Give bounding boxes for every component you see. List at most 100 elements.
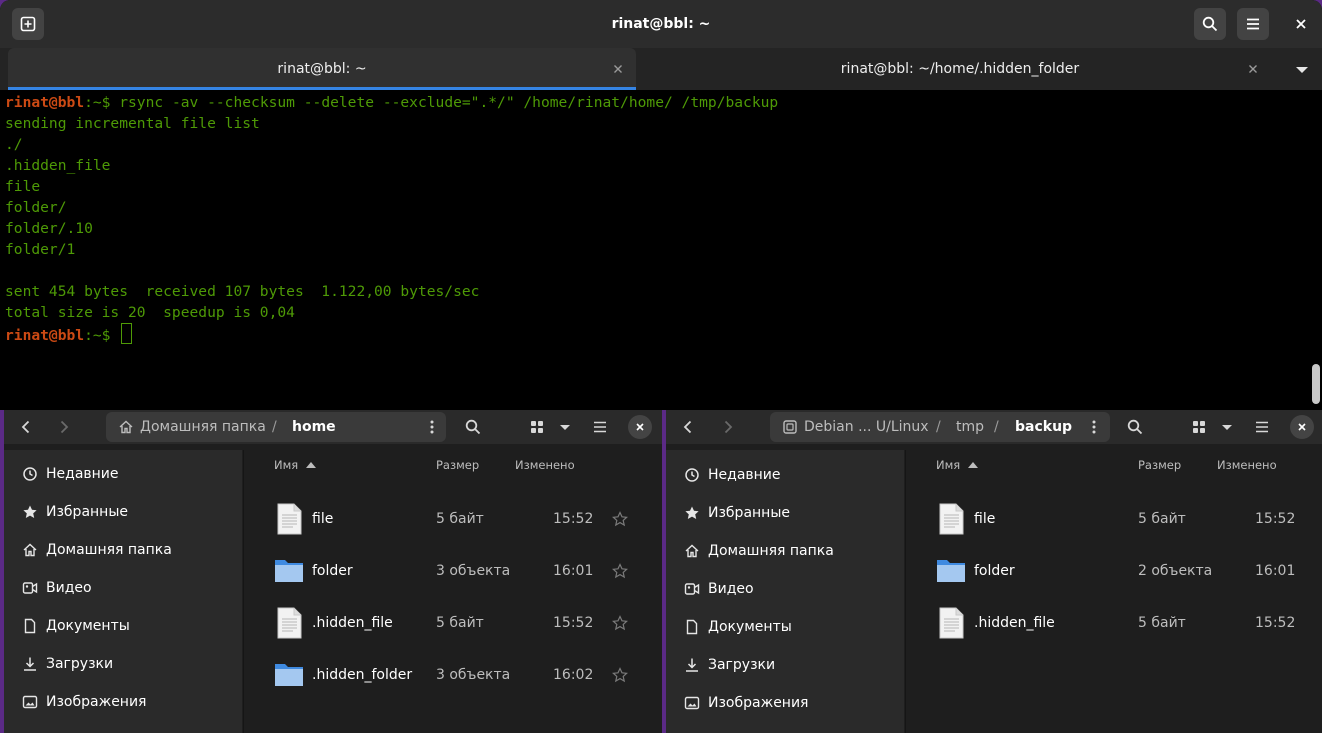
view-options-button[interactable] bbox=[1215, 415, 1239, 439]
sidebar-item-videos[interactable]: Видео bbox=[666, 570, 904, 608]
sidebar-item-downloads[interactable]: Загрузки bbox=[4, 645, 242, 683]
sidebar-item-starred[interactable]: Избранные bbox=[666, 494, 904, 532]
close-window-button[interactable] bbox=[628, 415, 652, 439]
sort-ascending-icon[interactable] bbox=[967, 460, 979, 470]
sidebar-item-videos[interactable]: Видео bbox=[4, 569, 242, 607]
tab-home[interactable]: rinat@bbl: ~ bbox=[8, 48, 636, 90]
column-header-name[interactable]: Имя bbox=[936, 458, 960, 472]
close-icon bbox=[1296, 19, 1306, 29]
search-button[interactable] bbox=[461, 415, 485, 439]
chevron-right-icon bbox=[60, 420, 69, 434]
clock-icon bbox=[685, 468, 699, 482]
file-name: .hidden_folder bbox=[312, 667, 413, 683]
sidebar-item-label: Видео bbox=[708, 581, 754, 597]
breadcrumb-current[interactable]: home bbox=[292, 412, 336, 442]
tab-menu-chevron-down-icon[interactable] bbox=[1292, 62, 1312, 78]
output-line: .hidden_file bbox=[5, 157, 111, 174]
text-cursor bbox=[121, 323, 133, 344]
file-manager-left: Домашняя папка / home Недавние Избранные bbox=[4, 410, 662, 733]
close-window-button[interactable] bbox=[1285, 8, 1317, 40]
sidebar-item-home[interactable]: Домашняя папка bbox=[4, 531, 242, 569]
breadcrumb-home[interactable]: Домашняя папка bbox=[140, 412, 266, 442]
column-header-name[interactable]: Имя bbox=[274, 458, 298, 472]
close-window-button[interactable] bbox=[1290, 415, 1314, 439]
sidebar-item-label: Документы bbox=[46, 618, 130, 634]
file-row[interactable]: file 5 байт 15:52 bbox=[244, 493, 662, 545]
file-manager-right: Debian ... U/Linux / tmp / backup Недавн… bbox=[666, 410, 1322, 733]
more-vertical-icon[interactable] bbox=[1086, 419, 1102, 435]
tab-hidden-folder[interactable]: rinat@bbl: ~/home/.hidden_folder bbox=[640, 48, 1280, 90]
file-row[interactable]: .hidden_file 5 байт 15:52 bbox=[906, 597, 1322, 649]
back-button[interactable] bbox=[14, 415, 38, 439]
breadcrumb-tmp[interactable]: tmp bbox=[956, 412, 984, 442]
sidebar-item-documents[interactable]: Документы bbox=[666, 608, 904, 646]
drive-icon bbox=[783, 420, 797, 434]
search-button[interactable] bbox=[1123, 415, 1147, 439]
star-icon bbox=[685, 506, 699, 519]
file-row[interactable]: .hidden_file 5 байт 15:52 bbox=[244, 597, 662, 649]
tab-label: rinat@bbl: ~/home/.hidden_folder bbox=[840, 61, 1080, 77]
sidebar-item-label: Загрузки bbox=[708, 657, 776, 673]
file-row[interactable]: folder 2 объекта 16:01 bbox=[906, 545, 1322, 597]
search-icon bbox=[1127, 419, 1143, 435]
close-tab-icon[interactable] bbox=[610, 61, 626, 77]
column-header-modified[interactable]: Изменено bbox=[515, 458, 575, 472]
view-grid-button[interactable] bbox=[525, 415, 549, 439]
forward-button[interactable] bbox=[52, 415, 76, 439]
star-outline-icon[interactable] bbox=[612, 511, 628, 527]
sidebar-item-pictures[interactable]: Изображения bbox=[4, 683, 242, 721]
back-button[interactable] bbox=[676, 415, 700, 439]
forward-button[interactable] bbox=[716, 415, 740, 439]
terminal-scrollbar[interactable] bbox=[1312, 364, 1320, 404]
file-name: folder bbox=[974, 563, 1015, 579]
output-line: folder/.10 bbox=[5, 220, 93, 237]
sidebar-item-label: Домашняя папка bbox=[708, 543, 834, 559]
sidebar-item-recent[interactable]: Недавние bbox=[4, 455, 242, 493]
sidebar-item-pictures[interactable]: Изображения bbox=[666, 684, 904, 722]
menu-button[interactable] bbox=[588, 415, 612, 439]
star-outline-icon[interactable] bbox=[612, 563, 628, 579]
file-icon bbox=[277, 607, 302, 639]
terminal-output[interactable]: rinat@bbl:~$ rsync -av --checksum --dele… bbox=[0, 90, 1310, 410]
sidebar-item-downloads[interactable]: Загрузки bbox=[666, 646, 904, 684]
video-icon bbox=[22, 582, 38, 594]
sidebar-item-recent[interactable]: Недавние bbox=[666, 456, 904, 494]
output-line: total size is 20 speedup is 0,04 bbox=[5, 304, 295, 321]
file-name: file bbox=[312, 511, 334, 527]
path-bar: Debian ... U/Linux / tmp / backup bbox=[770, 412, 1110, 442]
file-icon bbox=[939, 607, 964, 639]
star-outline-icon[interactable] bbox=[612, 615, 628, 631]
column-header-size[interactable]: Размер bbox=[436, 458, 479, 472]
menu-button[interactable] bbox=[1237, 8, 1269, 40]
sidebar-item-starred[interactable]: Избранные bbox=[4, 493, 242, 531]
chevron-left-icon bbox=[21, 420, 30, 434]
file-row[interactable]: file 5 байт 15:52 bbox=[906, 493, 1322, 545]
chevron-down-icon bbox=[1222, 425, 1232, 430]
more-vertical-icon[interactable] bbox=[424, 419, 440, 435]
column-header-modified[interactable]: Изменено bbox=[1217, 458, 1277, 472]
file-size: 2 объекта bbox=[1138, 563, 1213, 579]
chevron-right-icon bbox=[724, 420, 733, 434]
file-row[interactable]: .hidden_folder 3 объекта 16:02 bbox=[244, 649, 662, 701]
view-grid-button[interactable] bbox=[1187, 415, 1211, 439]
close-tab-icon[interactable] bbox=[1245, 61, 1261, 77]
output-line: sending incremental file list bbox=[5, 115, 260, 132]
file-modified: 15:52 bbox=[553, 511, 594, 527]
breadcrumb-current[interactable]: backup bbox=[1015, 412, 1072, 442]
sidebar-item-label: Изображения bbox=[46, 694, 147, 710]
sidebar-item-documents[interactable]: Документы bbox=[4, 607, 242, 645]
view-options-button[interactable] bbox=[553, 415, 577, 439]
star-outline-icon[interactable] bbox=[612, 667, 628, 683]
document-icon bbox=[24, 618, 36, 634]
sidebar-item-home[interactable]: Домашняя папка bbox=[666, 532, 904, 570]
breadcrumb-root[interactable]: Debian ... U/Linux bbox=[804, 412, 929, 442]
new-tab-button[interactable] bbox=[12, 8, 44, 40]
menu-button[interactable] bbox=[1250, 415, 1274, 439]
home-icon bbox=[119, 420, 133, 434]
prompt-user: rinat@bbl bbox=[5, 327, 85, 344]
file-row[interactable]: folder 3 объекта 16:01 bbox=[244, 545, 662, 597]
sort-ascending-icon[interactable] bbox=[305, 460, 317, 470]
search-button[interactable] bbox=[1194, 8, 1226, 40]
current-prompt-line: rinat@bbl:~$ bbox=[5, 323, 133, 346]
column-header-size[interactable]: Размер bbox=[1138, 458, 1181, 472]
